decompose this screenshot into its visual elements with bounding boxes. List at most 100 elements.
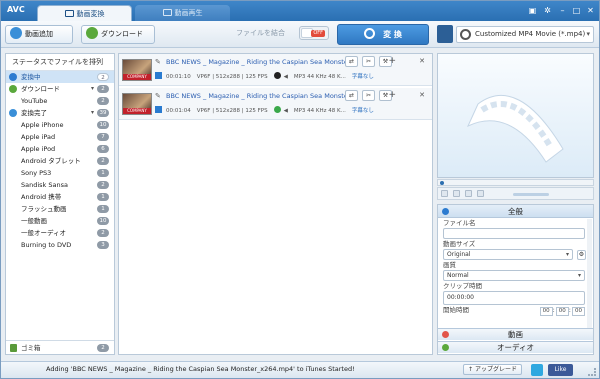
sidebar-item-general-audio[interactable]: 一般オーディオ 2 [6, 227, 114, 239]
skin-icon[interactable]: ▣ [527, 5, 538, 16]
list-item[interactable]: COMPANY ✎ BBC NEWS _ Magazine _ Riding t… [119, 54, 432, 86]
audio-info[interactable]: MP3 44 KHz 48 K... [294, 108, 346, 114]
sidebar-item-label: フラッシュ動画 [21, 205, 67, 213]
download-button[interactable]: ダウンロード [81, 25, 155, 44]
sidebar-item-sandisk-sansa[interactable]: Sandisk Sansa 2 [6, 179, 114, 191]
close-button[interactable]: ✕ [585, 5, 596, 16]
file-checkbox[interactable] [155, 72, 162, 79]
sidebar-item-converting[interactable]: 変換中 2 [6, 71, 114, 83]
sidebar-item-label: YouTube [21, 97, 48, 105]
subtitle-info[interactable]: 字幕なし [352, 108, 374, 114]
film-format-icon[interactable] [437, 25, 453, 43]
chevron-down-icon[interactable]: ▾ [91, 83, 94, 95]
sidebar-item-apple-ipod[interactable]: Apple iPod 6 [6, 143, 114, 155]
count-badge: 2 [97, 85, 109, 93]
audio-section-header[interactable]: オーディオ [438, 341, 593, 353]
film-tab-icon [162, 9, 172, 16]
general-section-header[interactable]: 全般 [438, 205, 593, 218]
sidebar-item-sony-ps3[interactable]: Sony PS3 1 [6, 167, 114, 179]
sidebar-item-converted[interactable]: 変換完了 ▾ 39 [6, 107, 114, 119]
output-format-select[interactable]: Customized MP4 Movie (*.mp4) ▾ [456, 26, 594, 43]
phone-icon[interactable] [273, 106, 281, 113]
sidebar-item-label: Burning to DVD [21, 241, 72, 249]
general-header-label: 全般 [508, 207, 523, 216]
sort-by-status-label[interactable]: ステータスでファイルを排列 [6, 54, 114, 71]
start-minute-field[interactable]: 00 [555, 307, 569, 316]
video-info: VP6F | 512x288 | 125 FPS [196, 108, 268, 114]
cut-icon[interactable]: ✂ [362, 90, 375, 101]
count-badge: 7 [97, 133, 109, 141]
file-checkbox[interactable] [155, 106, 162, 113]
convert-button[interactable]: 変 換 [337, 24, 429, 45]
merge-toggle-state: OFF [311, 30, 325, 37]
count-badge: 39 [97, 109, 109, 117]
edit-name-icon[interactable]: ✎ [155, 58, 161, 66]
duration: 00:01:04 [166, 108, 191, 114]
snapshot-icon[interactable] [465, 190, 472, 197]
sidebar-item-label: Apple iPad [21, 133, 56, 141]
chevron-down-icon[interactable]: ▾ [91, 107, 94, 119]
video-size-label: 動画サイズ [443, 240, 476, 248]
filename-field[interactable] [443, 228, 585, 239]
sidebar-item-burning-dvd[interactable]: Burning to DVD 3 [6, 239, 114, 251]
add-icon[interactable]: + [388, 56, 396, 66]
twitter-icon[interactable] [531, 364, 543, 376]
stop-icon[interactable] [453, 190, 460, 197]
cut-icon[interactable]: ✂ [362, 56, 375, 67]
sidebar-item-android-phone[interactable]: Android 携帯 1 [6, 191, 114, 203]
upgrade-button[interactable]: ↑ アップグレード [463, 364, 522, 375]
video-size-select[interactable]: Original ▾ ⚙ [443, 249, 586, 260]
tab-convert[interactable]: 動画変換 [37, 5, 132, 21]
remove-icon[interactable]: ✕ [419, 91, 425, 99]
sidebar-item-flash-video[interactable]: フラッシュ動画 1 [6, 203, 114, 215]
convert-icon[interactable]: ⇄ [345, 56, 358, 67]
play-icon[interactable] [441, 190, 448, 197]
video-section-header[interactable]: 動画 [438, 328, 593, 340]
list-item[interactable]: COMPANY ✎ BBC NEWS _ Magazine _ Riding t… [119, 88, 432, 120]
seek-handle[interactable] [440, 181, 444, 185]
convert-label: 変 換 [383, 30, 402, 39]
start-second-field[interactable]: 00 [572, 307, 585, 316]
sidebar-item-youtube[interactable]: YouTube 2 [6, 95, 114, 107]
converting-icon [9, 73, 17, 81]
sidebar-item-general-video[interactable]: 一般動画 10 [6, 215, 114, 227]
file-name[interactable]: BBC NEWS _ Magazine _ Riding the Caspian… [166, 58, 356, 66]
sidebar-item-label: Sony PS3 [21, 169, 52, 177]
folder-icon[interactable] [477, 190, 484, 197]
volume-slider[interactable] [513, 193, 549, 196]
minimize-button[interactable]: – [557, 5, 568, 16]
settings-gear-icon[interactable]: ✲ [542, 5, 553, 16]
sidebar-item-apple-iphone[interactable]: Apple iPhone 10 [6, 119, 114, 131]
tab-player-label: 動画再生 [174, 9, 203, 17]
subtitle-info[interactable]: 字幕なし [352, 74, 374, 80]
sidebar-item-label: Android タブレット [21, 157, 81, 165]
general-icon [442, 208, 449, 215]
count-badge: 6 [97, 145, 109, 153]
seek-bar[interactable] [437, 179, 594, 186]
convert-icon[interactable]: ⇄ [345, 90, 358, 101]
merge-toggle[interactable]: OFF [299, 26, 329, 40]
clip-time-field[interactable]: 00:00:00 [443, 291, 585, 305]
quality-select[interactable]: Normal ▾ [443, 270, 585, 281]
remove-icon[interactable]: ✕ [419, 57, 425, 65]
sidebar-item-download[interactable]: ダウンロード ▾ 2 [6, 83, 114, 95]
maximize-button[interactable]: □ [571, 5, 582, 16]
merge-files-label: ファイルを結合 [236, 29, 285, 37]
facebook-like-button[interactable]: Like [548, 364, 573, 376]
target-icon[interactable] [273, 72, 281, 79]
tab-player[interactable]: 動画再生 [135, 5, 230, 21]
sidebar-item-apple-ipad[interactable]: Apple iPad 7 [6, 131, 114, 143]
resize-grip-icon[interactable] [588, 368, 596, 376]
refresh-icon [364, 28, 376, 39]
add-video-button[interactable]: 動画追加 [5, 25, 73, 44]
add-icon[interactable]: + [388, 90, 396, 100]
add-video-label: 動画追加 [25, 30, 53, 38]
sidebar-item-android-tablet[interactable]: Android タブレット 2 [6, 155, 114, 167]
start-hour-field[interactable]: 00 [539, 307, 553, 316]
sidebar-item-trash[interactable]: ゴミ箱 2 [6, 340, 114, 354]
gear-icon[interactable]: ⚙ [577, 250, 586, 260]
edit-name-icon[interactable]: ✎ [155, 92, 161, 100]
file-name[interactable]: BBC NEWS _ Magazine _ Riding the Caspian… [166, 92, 356, 100]
audio-info[interactable]: MP3 44 KHz 48 K... [294, 74, 346, 80]
trash-label: ゴミ箱 [21, 344, 41, 352]
